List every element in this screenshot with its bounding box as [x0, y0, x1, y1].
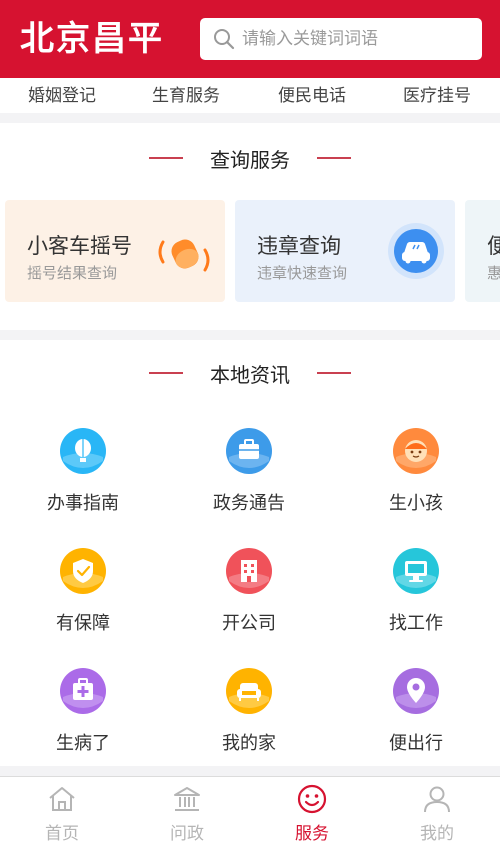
grid-label: 办事指南 — [47, 493, 119, 514]
card-car-lottery-title: 小客车摇号 — [27, 234, 132, 258]
grid-label: 生小孩 — [389, 493, 443, 514]
home-icon — [49, 787, 75, 811]
grid-item-baby[interactable]: 生小孩 — [356, 427, 476, 515]
balloon-icon — [60, 428, 106, 474]
tab-services[interactable]: 服务 — [267, 783, 357, 844]
grid-label: 生病了 — [56, 733, 110, 754]
grid-item-job[interactable]: 找工作 — [356, 547, 476, 635]
car-lottery-icon — [158, 239, 210, 272]
quick-nav-marriage-registration[interactable]: 婚姻登记 — [28, 81, 96, 106]
card-partial-title: 便 — [487, 234, 500, 258]
search-icon — [214, 29, 235, 50]
grid-item-home[interactable]: 我的家 — [189, 667, 309, 755]
user-icon — [424, 786, 450, 813]
card-car-violation[interactable]: 违章查询 违章快速查询 — [235, 200, 455, 302]
card-partial-subtitle: 惠 — [487, 264, 500, 282]
government-building-icon — [174, 787, 200, 811]
grid-label: 便出行 — [389, 733, 443, 754]
grid-label: 有保障 — [56, 613, 110, 634]
tab-label: 首页 — [45, 824, 79, 844]
local-info-section: 本地资讯 办事指南 政务通告 生小孩 有保障 开公司 找工作 生病了 我的家 便… — [0, 340, 500, 766]
quick-nav-service-phone[interactable]: 便民电话 — [278, 81, 346, 106]
grid-item-notice[interactable]: 政务通告 — [189, 427, 309, 515]
grid-item-company[interactable]: 开公司 — [189, 547, 309, 635]
card-partial-service[interactable]: 便 惠 — [465, 200, 500, 302]
title-divider-right — [317, 372, 351, 374]
car-violation-icon — [388, 223, 444, 279]
grid-label: 政务通告 — [213, 493, 285, 514]
location-pin-icon — [393, 668, 439, 714]
local-info-title: 本地资讯 — [210, 363, 290, 387]
title-divider-right — [317, 157, 351, 159]
shield-icon — [60, 548, 106, 594]
grid-label: 找工作 — [389, 613, 443, 634]
app-logo[interactable]: 北京昌平 — [20, 17, 164, 61]
query-services-title: 查询服务 — [210, 148, 290, 172]
grid-item-travel[interactable]: 便出行 — [356, 667, 476, 755]
tab-home[interactable]: 首页 — [17, 783, 107, 844]
tab-inquiry[interactable]: 问政 — [142, 783, 232, 844]
sofa-icon — [226, 668, 272, 714]
card-car-lottery-subtitle: 摇号结果查询 — [27, 264, 118, 282]
briefcase-icon — [226, 428, 272, 474]
tab-label: 问政 — [170, 824, 204, 844]
building-icon — [226, 548, 272, 594]
query-services-section: 查询服务 小客车摇号 摇号结果查询 违章查询 违章快速查询 便 惠 — [0, 123, 500, 330]
card-car-lottery[interactable]: 小客车摇号 摇号结果查询 — [5, 200, 225, 302]
quick-nav: 婚姻登记 生育服务 便民电话 医疗挂号 — [0, 78, 500, 113]
search-box[interactable] — [200, 18, 482, 60]
tab-label: 我的 — [420, 824, 454, 844]
computer-icon — [393, 548, 439, 594]
tab-mine[interactable]: 我的 — [392, 783, 482, 844]
baby-face-icon — [393, 428, 439, 474]
smiley-icon — [297, 784, 327, 814]
bottom-tab-bar: 首页 问政 服务 我的 — [0, 776, 500, 854]
grid-label: 开公司 — [222, 613, 276, 634]
card-car-violation-subtitle: 违章快速查询 — [257, 264, 348, 282]
card-car-violation-title: 违章查询 — [257, 234, 341, 258]
first-aid-icon — [60, 668, 106, 714]
grid-item-security[interactable]: 有保障 — [23, 547, 143, 635]
quick-nav-hospital-registration[interactable]: 医疗挂号 — [403, 81, 471, 106]
tab-label: 服务 — [295, 824, 329, 844]
quick-nav-birth-services[interactable]: 生育服务 — [152, 81, 220, 106]
app-header: 北京昌平 — [0, 0, 500, 78]
grid-item-guide[interactable]: 办事指南 — [23, 427, 143, 515]
grid-item-sick[interactable]: 生病了 — [23, 667, 143, 755]
search-input[interactable] — [242, 18, 472, 60]
grid-label: 我的家 — [222, 733, 276, 754]
